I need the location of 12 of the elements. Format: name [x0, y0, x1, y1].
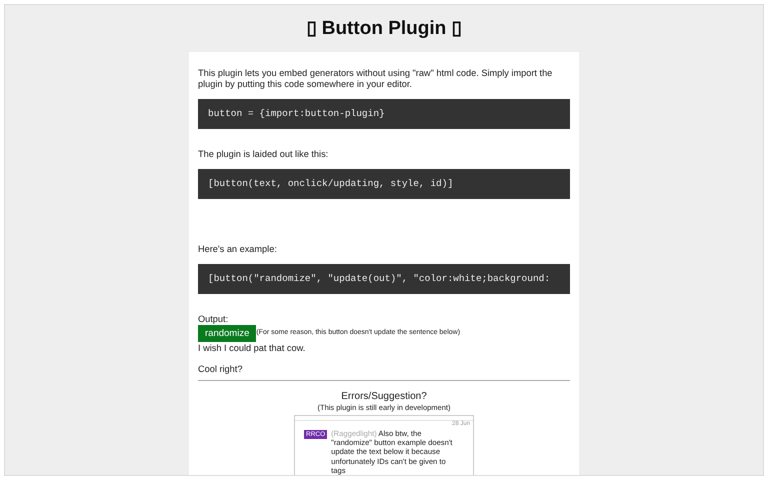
code-block: button = {import:button-plugin} [198, 99, 570, 129]
paragraph: This plugin lets you embed generators without using "raw" html code. Simply import the plugin by putting this code somewhere in your editor. [198, 68, 554, 90]
randomize-button[interactable]: randomize [198, 325, 256, 342]
closing-text: Cool right? [198, 364, 244, 375]
sentence-text: I wish I could pat that cow. [198, 343, 306, 354]
code-block: [button(text, onclick/updating, style, id)] [198, 169, 570, 199]
paragraph: Here's an example: [198, 244, 278, 255]
code-block: [button("randomize", "update(out)", "color:white;background: [198, 264, 570, 294]
feedback-heading: Errors/Suggestion? [340, 391, 428, 403]
output-label: Output: [198, 314, 230, 325]
page-title: ▯ Button Plugin ▯ [305, 17, 463, 40]
paragraph: The plugin is laided out like this: [198, 149, 330, 160]
